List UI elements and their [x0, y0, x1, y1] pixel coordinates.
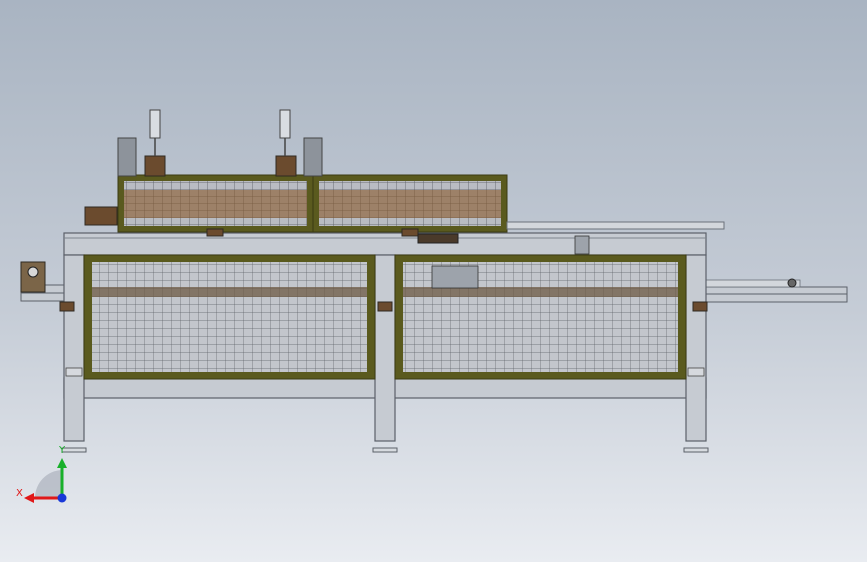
- x-axis-label: X: [16, 488, 23, 499]
- cylinder-block: [431, 265, 479, 289]
- upper-guard-right: [312, 174, 508, 233]
- leg-left: [63, 254, 85, 442]
- lower-guard-left: [83, 254, 376, 380]
- top-tower-left: [117, 109, 166, 177]
- lower-guard-right: [394, 254, 687, 380]
- y-axis-label: Y: [58, 445, 66, 456]
- z-axis-origin-icon: [57, 493, 67, 503]
- top-guide-rail: [506, 221, 725, 230]
- foot-middle: [372, 447, 398, 453]
- cad-viewport[interactable]: X Y: [0, 0, 867, 562]
- coordinate-triad: X Y: [16, 445, 67, 503]
- leg-middle: [374, 254, 396, 442]
- motor-pulley: [27, 266, 39, 278]
- upper-guard-left: [117, 174, 314, 233]
- foot-right: [683, 447, 709, 453]
- top-rail: [63, 232, 707, 256]
- machine-drawing: X Y: [16, 109, 848, 503]
- side-bracket: [84, 206, 118, 226]
- leg-right: [685, 254, 707, 442]
- top-tower-right: [275, 109, 323, 177]
- foot-left: [61, 447, 87, 453]
- outfeed-conveyor: [699, 278, 848, 303]
